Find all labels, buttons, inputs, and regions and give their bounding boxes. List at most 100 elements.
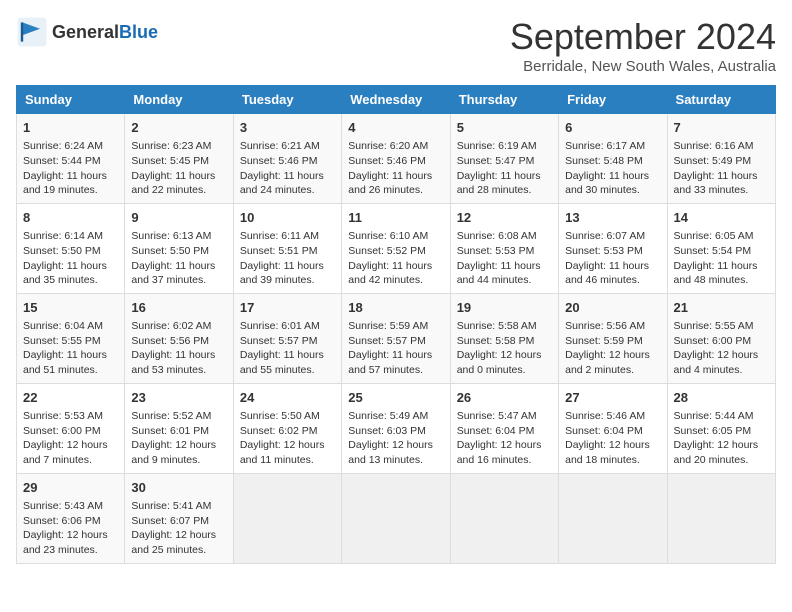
sunrise-text: Sunrise: 5:59 AM: [348, 320, 428, 332]
calendar-cell: 30 Sunrise: 5:41 AM Sunset: 6:07 PM Dayligh…: [125, 473, 233, 563]
sunrise-text: Sunrise: 6:23 AM: [131, 140, 211, 152]
sunrise-text: Sunrise: 5:58 AM: [457, 320, 537, 332]
calendar-cell: [342, 473, 450, 563]
calendar-header-row: SundayMondayTuesdayWednesdayThursdayFrid…: [17, 86, 776, 114]
sunrise-text: Sunrise: 6:11 AM: [240, 230, 319, 242]
calendar-cell: 9Sunrise: 6:13 AMSunset: 5:50 PMDaylight…: [125, 203, 233, 293]
daylight-text: Daylight: 11 hours and 22 minutes.: [131, 170, 215, 197]
sunset-text: Sunset: 6:04 PM: [457, 425, 535, 437]
calendar-week-3: 15Sunrise: 6:04 AMSunset: 5:55 PMDayligh…: [17, 293, 776, 383]
daylight-text: Daylight: 12 hours and 4 minutes.: [674, 349, 759, 376]
calendar-cell: 23Sunrise: 5:52 AMSunset: 6:01 PMDayligh…: [125, 383, 233, 473]
daylight-text: Daylight: 11 hours and 57 minutes.: [348, 349, 432, 376]
sunset-text: Sunset: 6:07 PM: [131, 515, 209, 527]
sunset-text: Sunset: 5:57 PM: [348, 335, 426, 347]
sunset-text: Sunset: 5:58 PM: [457, 335, 535, 347]
day-number: 26: [457, 389, 552, 407]
day-number: 30: [131, 479, 226, 497]
cell-content-8: 8Sunrise: 6:14 AMSunset: 5:50 PMDaylight…: [23, 209, 118, 288]
cell-content-5: 5Sunrise: 6:19 AMSunset: 5:47 PMDaylight…: [457, 119, 552, 198]
daylight-text: Daylight: 11 hours and 33 minutes.: [674, 170, 758, 197]
calendar-table: SundayMondayTuesdayWednesdayThursdayFrid…: [16, 85, 776, 564]
sunrise-text: Sunrise: 5:41 AM: [131, 500, 211, 512]
cell-content-16: 16Sunrise: 6:02 AMSunset: 5:56 PMDayligh…: [131, 299, 226, 378]
sunrise-text: Sunrise: 6:20 AM: [348, 140, 428, 152]
daylight-text: Daylight: 11 hours and 55 minutes.: [240, 349, 324, 376]
day-header-wednesday: Wednesday: [342, 86, 450, 114]
sunrise-text: Sunrise: 6:17 AM: [565, 140, 645, 152]
sunset-text: Sunset: 6:05 PM: [674, 425, 752, 437]
cell-content-26: 26Sunrise: 5:47 AMSunset: 6:04 PMDayligh…: [457, 389, 552, 468]
cell-content-13: 13Sunrise: 6:07 AMSunset: 5:53 PMDayligh…: [565, 209, 660, 288]
calendar-cell: 16Sunrise: 6:02 AMSunset: 5:56 PMDayligh…: [125, 293, 233, 383]
logo-general: General: [52, 22, 119, 42]
cell-content-12: 12Sunrise: 6:08 AMSunset: 5:53 PMDayligh…: [457, 209, 552, 288]
sunrise-text: Sunrise: 5:44 AM: [674, 410, 754, 422]
daylight-text: Daylight: 12 hours and 0 minutes.: [457, 349, 542, 376]
sunset-text: Sunset: 6:02 PM: [240, 425, 318, 437]
calendar-cell: 20Sunrise: 5:56 AMSunset: 5:59 PMDayligh…: [559, 293, 667, 383]
day-header-monday: Monday: [125, 86, 233, 114]
sunset-text: Sunset: 5:57 PM: [240, 335, 318, 347]
daylight-text: Daylight: 11 hours and 35 minutes.: [23, 260, 107, 287]
daylight-text: Daylight: 12 hours and 13 minutes.: [348, 439, 433, 466]
sunset-text: Sunset: 6:03 PM: [348, 425, 426, 437]
day-header-friday: Friday: [559, 86, 667, 114]
cell-content-2: 2Sunrise: 6:23 AMSunset: 5:45 PMDaylight…: [131, 119, 226, 198]
cell-content-25: 25Sunrise: 5:49 AMSunset: 6:03 PMDayligh…: [348, 389, 443, 468]
day-number: 20: [565, 299, 660, 317]
cell-content-9: 9Sunrise: 6:13 AMSunset: 5:50 PMDaylight…: [131, 209, 226, 288]
cell-content-18: 18Sunrise: 5:59 AMSunset: 5:57 PMDayligh…: [348, 299, 443, 378]
calendar-cell: 4Sunrise: 6:20 AMSunset: 5:46 PMDaylight…: [342, 114, 450, 204]
calendar-cell: [559, 473, 667, 563]
daylight-text: Daylight: 11 hours and 24 minutes.: [240, 170, 324, 197]
calendar-cell: 2Sunrise: 6:23 AMSunset: 5:45 PMDaylight…: [125, 114, 233, 204]
daylight-text: Daylight: 11 hours and 19 minutes.: [23, 170, 107, 197]
daylight-text: Daylight: 12 hours and 18 minutes.: [565, 439, 650, 466]
calendar-cell: 11Sunrise: 6:10 AMSunset: 5:52 PMDayligh…: [342, 203, 450, 293]
location-title: Berridale, New South Wales, Australia: [510, 58, 776, 75]
sunset-text: Sunset: 5:53 PM: [457, 245, 535, 257]
sunset-text: Sunset: 5:55 PM: [23, 335, 101, 347]
daylight-text: Daylight: 12 hours and 16 minutes.: [457, 439, 542, 466]
calendar-week-5: 29Sunrise: 5:43 AMSunset: 6:06 PMDayligh…: [17, 473, 776, 563]
sunset-text: Sunset: 5:45 PM: [131, 155, 209, 167]
day-header-saturday: Saturday: [667, 86, 775, 114]
sunset-text: Sunset: 5:53 PM: [565, 245, 643, 257]
calendar-cell: 13Sunrise: 6:07 AMSunset: 5:53 PMDayligh…: [559, 203, 667, 293]
month-title: September 2024: [510, 16, 776, 58]
day-number: 17: [240, 299, 335, 317]
calendar-cell: 24Sunrise: 5:50 AMSunset: 6:02 PMDayligh…: [233, 383, 341, 473]
daylight-text: Daylight: 11 hours and 51 minutes.: [23, 349, 107, 376]
day-number: 10: [240, 209, 335, 227]
day-number: 9: [131, 209, 226, 227]
calendar-week-2: 8Sunrise: 6:14 AMSunset: 5:50 PMDaylight…: [17, 203, 776, 293]
sunset-text: Sunset: 5:51 PM: [240, 245, 318, 257]
daylight-text: Daylight: 11 hours and 28 minutes.: [457, 170, 541, 197]
cell-content-4: 4Sunrise: 6:20 AMSunset: 5:46 PMDaylight…: [348, 119, 443, 198]
sunrise-text: Sunrise: 6:13 AM: [131, 230, 211, 242]
calendar-cell: 27Sunrise: 5:46 AMSunset: 6:04 PMDayligh…: [559, 383, 667, 473]
day-number: 23: [131, 389, 226, 407]
cell-content-17: 17Sunrise: 6:01 AMSunset: 5:57 PMDayligh…: [240, 299, 335, 378]
cell-content-28: 28Sunrise: 5:44 AMSunset: 6:05 PMDayligh…: [674, 389, 769, 468]
day-number: 6: [565, 119, 660, 137]
daylight-text: Daylight: 12 hours and 25 minutes.: [131, 529, 216, 556]
calendar-cell: 10Sunrise: 6:11 AMSunset: 5:51 PMDayligh…: [233, 203, 341, 293]
cell-content-11: 11Sunrise: 6:10 AMSunset: 5:52 PMDayligh…: [348, 209, 443, 288]
calendar-cell: 17Sunrise: 6:01 AMSunset: 5:57 PMDayligh…: [233, 293, 341, 383]
sunset-text: Sunset: 6:01 PM: [131, 425, 209, 437]
calendar-cell: 6Sunrise: 6:17 AMSunset: 5:48 PMDaylight…: [559, 114, 667, 204]
sunrise-text: Sunrise: 5:55 AM: [674, 320, 754, 332]
sunset-text: Sunset: 5:48 PM: [565, 155, 643, 167]
sunrise-text: Sunrise: 6:14 AM: [23, 230, 103, 242]
day-number: 11: [348, 209, 443, 227]
daylight-text: Daylight: 12 hours and 23 minutes.: [23, 529, 108, 556]
calendar-week-4: 22Sunrise: 5:53 AMSunset: 6:00 PMDayligh…: [17, 383, 776, 473]
calendar-cell: 8Sunrise: 6:14 AMSunset: 5:50 PMDaylight…: [17, 203, 125, 293]
calendar-cell: 15Sunrise: 6:04 AMSunset: 5:55 PMDayligh…: [17, 293, 125, 383]
calendar-cell: 29Sunrise: 5:43 AMSunset: 6:06 PMDayligh…: [17, 473, 125, 563]
title-area: September 2024 Berridale, New South Wale…: [510, 16, 776, 75]
daylight-text: Daylight: 12 hours and 20 minutes.: [674, 439, 759, 466]
calendar-cell: 7Sunrise: 6:16 AMSunset: 5:49 PMDaylight…: [667, 114, 775, 204]
